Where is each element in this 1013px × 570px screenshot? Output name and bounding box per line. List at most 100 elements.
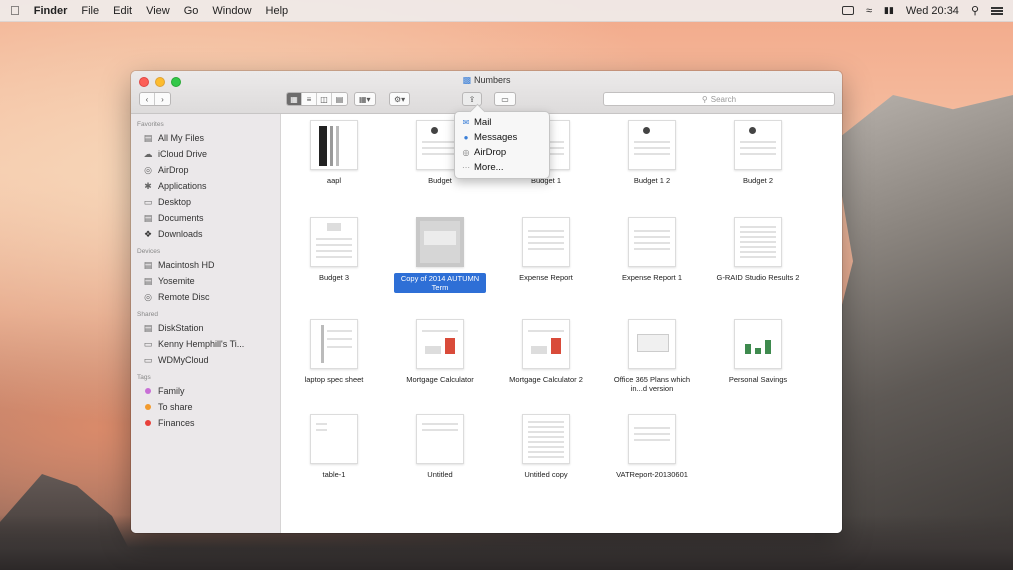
applications-icon: ✱ [144, 180, 152, 191]
sidebar-item-applications[interactable]: ✱ Applications [131, 178, 280, 194]
share-menu-item-airdrop[interactable]: ◎ AirDrop [455, 145, 549, 160]
file-item[interactable]: Mortgage Calculator [393, 319, 487, 409]
spreadsheet-thumbnail-icon [734, 120, 782, 170]
spreadsheet-thumbnail-icon [416, 319, 464, 369]
sidebar-item-label: Kenny Hemphill's Ti... [158, 339, 245, 349]
apple-menu-icon[interactable]:  [10, 3, 20, 18]
file-item[interactable]: Personal Savings [711, 319, 805, 409]
sidebar-item-label: To share [158, 402, 193, 412]
menu-app-finder[interactable]: Finder [34, 5, 68, 17]
spotlight-icon[interactable]: ⚲ [971, 4, 979, 17]
sidebar-item-yosemite[interactable]: ▤ Yosemite [131, 273, 280, 289]
menu-window[interactable]: Window [212, 5, 251, 17]
battery-icon[interactable]: ▮▮ [884, 5, 894, 16]
file-name: Mortgage Calculator 2 [509, 375, 583, 384]
file-item[interactable]: table-1 [287, 414, 381, 504]
file-name: Budget 1 2 [633, 176, 671, 185]
menu-edit[interactable]: Edit [113, 5, 132, 17]
sidebar-item-documents[interactable]: ▤ Documents [131, 210, 280, 226]
sidebar-item-label: Downloads [158, 229, 203, 239]
sidebar-item-diskstation[interactable]: ▤ DiskStation [131, 320, 280, 336]
file-item[interactable]: Mortgage Calculator 2 [499, 319, 593, 409]
file-item[interactable]: aapl [287, 120, 381, 210]
file-name: Office 365 Plans which in...d version [613, 375, 691, 393]
sidebar-item-label: AirDrop [158, 165, 189, 175]
sidebar-item-icloud-drive[interactable]: ☁ iCloud Drive [131, 146, 280, 162]
airplay-icon[interactable] [841, 6, 854, 15]
spreadsheet-thumbnail-icon [628, 414, 676, 464]
tag-icon: ▭ [501, 94, 509, 104]
sidebar-item-downloads[interactable]: ❖ Downloads [131, 226, 280, 242]
sidebar-item-label: Documents [158, 213, 204, 223]
menu-help[interactable]: Help [266, 5, 289, 17]
sidebar-item-airdrop[interactable]: ◎ AirDrop [131, 162, 280, 178]
tags-button[interactable]: ▭ [494, 92, 516, 106]
window-toolbar: ▩ Numbers ‹ › ▦ ≡ ◫ ▤ ▦▾ ⚙▾ ⇪ ▭ ⚲ Search [131, 71, 842, 114]
folder-icon: ▩ [462, 75, 471, 85]
file-name: Budget 3 [318, 273, 350, 282]
spreadsheet-thumbnail-icon [734, 319, 782, 369]
back-icon[interactable]: ‹ [140, 93, 155, 105]
share-button[interactable]: ⇪ [462, 92, 482, 106]
file-name: VATReport-20130601 [616, 470, 688, 479]
forward-icon[interactable]: › [155, 93, 170, 105]
coverflow-view-icon[interactable]: ▤ [332, 93, 347, 105]
nav-buttons: ‹ › [139, 92, 171, 106]
list-view-icon[interactable]: ≡ [302, 93, 317, 105]
file-item[interactable]: Budget 2 [711, 120, 805, 210]
spreadsheet-thumbnail-icon [628, 319, 676, 369]
icon-view-icon[interactable]: ▦ [287, 93, 302, 105]
sidebar-item-label: Applications [158, 181, 207, 191]
menu-view[interactable]: View [146, 5, 170, 17]
sidebar-item-desktop[interactable]: ▭ Desktop [131, 194, 280, 210]
sidebar-item-remote-disc[interactable]: ◎ Remote Disc [131, 289, 280, 305]
file-item[interactable]: Budget 1 2 [605, 120, 699, 210]
wifi-icon[interactable]: ≈ [866, 5, 872, 17]
menu-file[interactable]: File [81, 5, 99, 17]
sidebar-item-wdmycloud[interactable]: ▭ WDMyCloud [131, 352, 280, 368]
sidebar-item-tag-family[interactable]: Family [131, 383, 280, 399]
wallpaper-mountain [813, 95, 1013, 570]
sidebar-item-macintosh-hd[interactable]: ▤ Macintosh HD [131, 257, 280, 273]
sidebar-item-label: All My Files [158, 133, 205, 143]
action-button[interactable]: ⚙▾ [389, 92, 411, 106]
menu-go[interactable]: Go [184, 5, 199, 17]
file-name: Expense Report 1 [621, 273, 683, 282]
file-grid: aapl Budget Budget 1 Budget 1 2 Budget 2… [282, 114, 842, 533]
file-item[interactable]: G-RAID Studio Results 2 [711, 217, 805, 307]
sidebar-item-kenny-hemphill[interactable]: ▭ Kenny Hemphill's Ti... [131, 336, 280, 352]
share-menu-item-mail[interactable]: ✉ Mail [455, 115, 549, 130]
airdrop-icon: ◎ [462, 148, 470, 157]
search-field[interactable]: ⚲ Search [603, 92, 835, 106]
file-item[interactable]: Copy of 2014 AUTUMN Term [393, 217, 487, 307]
sidebar-section-tags: Tags [137, 374, 151, 381]
window-title: ▩ Numbers [131, 75, 842, 86]
file-item[interactable]: Office 365 Plans which in...d version [605, 319, 699, 409]
share-menu-item-more[interactable]: ⋯ More... [455, 160, 549, 175]
file-item[interactable]: VATReport-20130601 [605, 414, 699, 504]
file-item[interactable]: Budget 3 [287, 217, 381, 307]
sidebar-section-devices: Devices [137, 248, 161, 255]
spreadsheet-thumbnail-icon [522, 319, 570, 369]
file-item[interactable]: Expense Report [499, 217, 593, 307]
clock[interactable]: Wed 20:34 [906, 5, 959, 17]
share-menu-label: AirDrop [474, 147, 507, 158]
spreadsheet-thumbnail-icon [310, 319, 358, 369]
file-name-selected[interactable]: Copy of 2014 AUTUMN Term [394, 273, 486, 293]
file-item[interactable]: Untitled copy [499, 414, 593, 504]
file-item[interactable]: Untitled [393, 414, 487, 504]
disk-icon: ▤ [143, 275, 153, 286]
notification-center-icon[interactable] [991, 6, 1003, 15]
sidebar-item-tag-finances[interactable]: Finances [131, 415, 280, 431]
share-menu-item-messages[interactable]: ● Messages [455, 130, 549, 145]
file-item[interactable]: laptop spec sheet [287, 319, 381, 409]
file-item[interactable]: Expense Report 1 [605, 217, 699, 307]
sidebar: Favorites ▤ All My Files ☁ iCloud Drive ◎ A… [131, 114, 281, 533]
server-icon: ▭ [143, 338, 153, 349]
share-menu: ✉ Mail ● Messages ◎ AirDrop ⋯ More... [454, 111, 550, 179]
arrange-button[interactable]: ▦▾ [354, 92, 376, 106]
column-view-icon[interactable]: ◫ [317, 93, 332, 105]
sidebar-item-all-my-files[interactable]: ▤ All My Files [131, 130, 280, 146]
view-mode-control: ▦ ≡ ◫ ▤ [286, 92, 348, 106]
sidebar-item-tag-to-share[interactable]: To share [131, 399, 280, 415]
